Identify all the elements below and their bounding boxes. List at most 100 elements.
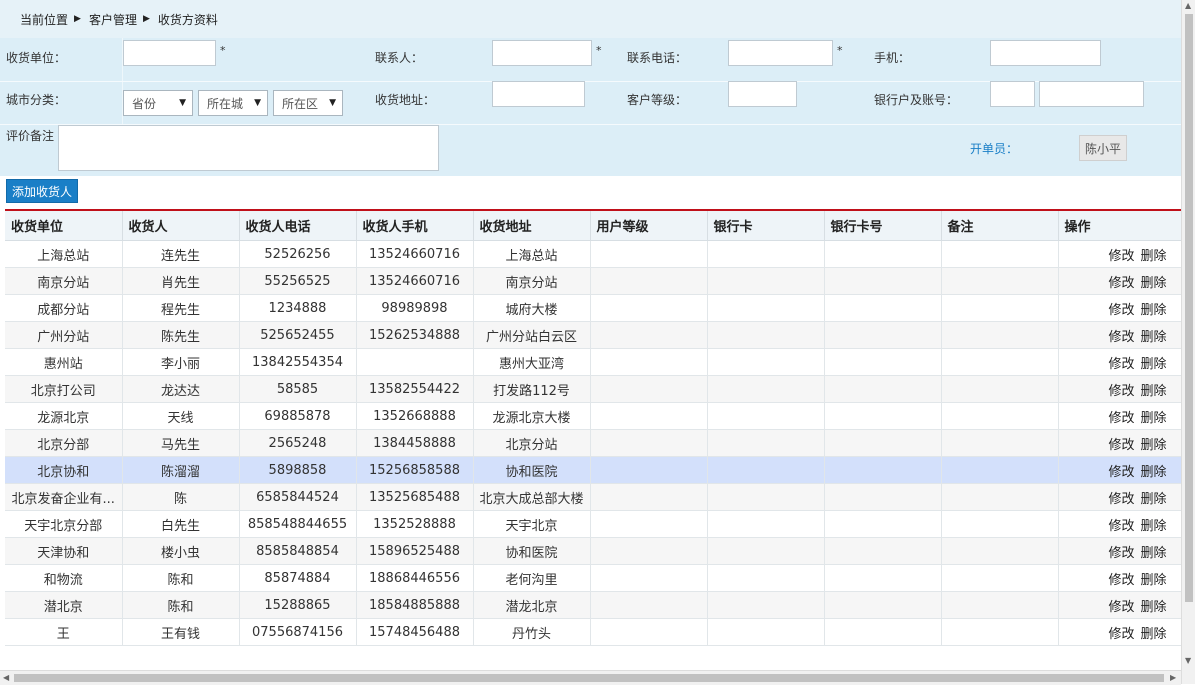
delete-link[interactable]: 删除: [1140, 627, 1166, 642]
delete-link[interactable]: 删除: [1140, 438, 1166, 453]
delete-link[interactable]: 删除: [1140, 357, 1166, 372]
cell-mobile: 1384458888: [356, 429, 474, 457]
bank-name-input[interactable]: [990, 81, 1035, 107]
level-input[interactable]: [728, 81, 797, 107]
delete-link[interactable]: 删除: [1140, 411, 1166, 426]
cell-remark: [941, 537, 1059, 565]
table-row[interactable]: 和物流 陈和 85874884 18868446556 老何沟里 修改 删除: [5, 564, 1181, 592]
edit-link[interactable]: 修改: [1108, 276, 1134, 291]
column-header-level[interactable]: 用户等级: [590, 211, 708, 241]
district-select[interactable]: 所在区 ▼: [273, 90, 343, 116]
edit-link[interactable]: 修改: [1108, 492, 1134, 507]
phone-input[interactable]: [728, 40, 833, 66]
edit-link[interactable]: 修改: [1108, 627, 1134, 642]
column-header-unit[interactable]: 收货单位: [5, 211, 123, 241]
cell-person: 楼小虫: [122, 537, 240, 565]
edit-link[interactable]: 修改: [1108, 465, 1134, 480]
cell-level: [590, 321, 708, 349]
cell-person: 龙达达: [122, 375, 240, 403]
table-row[interactable]: 龙源北京 天线 69885878 1352668888 龙源北京大楼 修改 删除: [5, 402, 1181, 430]
delete-link[interactable]: 删除: [1140, 249, 1166, 264]
horizontal-scroll-thumb[interactable]: [14, 674, 1164, 682]
district-select-value: 所在区: [282, 96, 319, 111]
cell-phone: 1234888: [239, 294, 357, 322]
delete-link[interactable]: 删除: [1140, 492, 1166, 507]
cell-person: 程先生: [122, 294, 240, 322]
edit-link[interactable]: 修改: [1108, 384, 1134, 399]
table-body: 上海总站 连先生 52526256 13524660716 上海总站 修改 删除 南京分站 肖先…: [5, 240, 1181, 646]
horizontal-scrollbar[interactable]: ◀ ▶: [0, 670, 1181, 685]
cell-address: 广州分站白云区: [473, 321, 591, 349]
edit-link[interactable]: 修改: [1108, 600, 1134, 615]
cell-bank: [707, 483, 825, 511]
table-row[interactable]: 潜北京 陈和 15288865 18584885888 潜龙北京 修改 删除: [5, 591, 1181, 619]
delete-link[interactable]: 删除: [1140, 303, 1166, 318]
delete-link[interactable]: 删除: [1140, 573, 1166, 588]
table-row[interactable]: 北京协和 陈溜溜 5898858 15256858588 协和医院 修改 删除: [5, 456, 1181, 484]
edit-link[interactable]: 修改: [1108, 438, 1134, 453]
province-select[interactable]: 省份 ▼: [123, 90, 193, 116]
delete-link[interactable]: 删除: [1140, 600, 1166, 615]
edit-link[interactable]: 修改: [1108, 330, 1134, 345]
receiver-unit-input[interactable]: [123, 40, 216, 66]
cell-bank-no: [824, 510, 942, 538]
scroll-left-icon[interactable]: ◀: [3, 673, 9, 682]
edit-link[interactable]: 修改: [1108, 519, 1134, 534]
table-row[interactable]: 惠州站 李小丽 13842554354 惠州大亚湾 修改 删除: [5, 348, 1181, 376]
cell-address: 潜龙北京: [473, 591, 591, 619]
edit-link[interactable]: 修改: [1108, 303, 1134, 318]
cell-remark: [941, 510, 1059, 538]
table-row[interactable]: 北京打公司 龙达达 58585 13582554422 打发路112号 修改 删除: [5, 375, 1181, 403]
cell-unit: 北京协和: [5, 456, 123, 484]
scroll-down-icon[interactable]: ▼: [1185, 656, 1191, 665]
address-input[interactable]: [492, 81, 585, 107]
table-row[interactable]: 天津协和 楼小虫 8585848854 15896525488 协和医院 修改 删除: [5, 537, 1181, 565]
vertical-scroll-thumb[interactable]: [1185, 14, 1193, 602]
cell-unit: 天津协和: [5, 537, 123, 565]
column-header-bank[interactable]: 银行卡: [707, 211, 825, 241]
column-header-remark[interactable]: 备注: [941, 211, 1059, 241]
edit-link[interactable]: 修改: [1108, 546, 1134, 561]
column-header-mobile[interactable]: 收货人手机: [356, 211, 474, 241]
scroll-up-icon[interactable]: ▲: [1185, 1, 1191, 10]
column-header-phone[interactable]: 收货人电话: [239, 211, 357, 241]
table-row[interactable]: 北京发奋企业有... 陈 6585844524 13525685488 北京大成总部大楼…: [5, 483, 1181, 511]
cell-remark: [941, 483, 1059, 511]
city-select[interactable]: 所在城 ▼: [198, 90, 268, 116]
edit-link[interactable]: 修改: [1108, 249, 1134, 264]
delete-link[interactable]: 删除: [1140, 519, 1166, 534]
column-header-address[interactable]: 收货地址: [473, 211, 591, 241]
table-row[interactable]: 上海总站 连先生 52526256 13524660716 上海总站 修改 删除: [5, 240, 1181, 268]
cell-unit: 南京分站: [5, 267, 123, 295]
table-row[interactable]: 南京分站 肖先生 55256525 13524660716 南京分站 修改 删除: [5, 267, 1181, 295]
remark-textarea[interactable]: [58, 125, 439, 171]
column-header-bank-no[interactable]: 银行卡号: [824, 211, 942, 241]
breadcrumb-customer-management[interactable]: 客户管理: [89, 11, 137, 28]
table-row[interactable]: 广州分站 陈先生 525652455 15262534888 广州分站白云区 修改 删除: [5, 321, 1181, 349]
cell-phone: 5898858: [239, 456, 357, 484]
mobile-input[interactable]: [990, 40, 1101, 66]
edit-link[interactable]: 修改: [1108, 411, 1134, 426]
delete-link[interactable]: 删除: [1140, 546, 1166, 561]
delete-link[interactable]: 删除: [1140, 330, 1166, 345]
vertical-scrollbar[interactable]: ▲ ▼: [1181, 0, 1195, 684]
cell-person: 陈和: [122, 591, 240, 619]
table-row[interactable]: 天宇北京分部 白先生 858548844655 1352528888 天宇北京 修改 删除: [5, 510, 1181, 538]
cell-mobile: 15748456488: [356, 618, 474, 646]
table-row[interactable]: 北京分部 马先生 2565248 1384458888 北京分站 修改 删除: [5, 429, 1181, 457]
bank-account-input[interactable]: [1039, 81, 1144, 107]
add-receiver-button[interactable]: 添加收货人: [6, 179, 79, 203]
delete-link[interactable]: 删除: [1140, 465, 1166, 480]
table-row[interactable]: 成都分站 程先生 1234888 98989898 城府大楼 修改 删除: [5, 294, 1181, 322]
contact-input[interactable]: [492, 40, 592, 66]
column-header-person[interactable]: 收货人: [122, 211, 240, 241]
cell-level: [590, 402, 708, 430]
cell-phone: 58585: [239, 375, 357, 403]
scroll-right-icon[interactable]: ▶: [1170, 673, 1176, 682]
cell-mobile: [356, 348, 474, 376]
delete-link[interactable]: 删除: [1140, 384, 1166, 399]
table-row[interactable]: 王王有钱 07556874156 15748456488 丹竹头 修改 删除: [5, 618, 1181, 646]
edit-link[interactable]: 修改: [1108, 357, 1134, 372]
delete-link[interactable]: 删除: [1140, 276, 1166, 291]
edit-link[interactable]: 修改: [1108, 573, 1134, 588]
